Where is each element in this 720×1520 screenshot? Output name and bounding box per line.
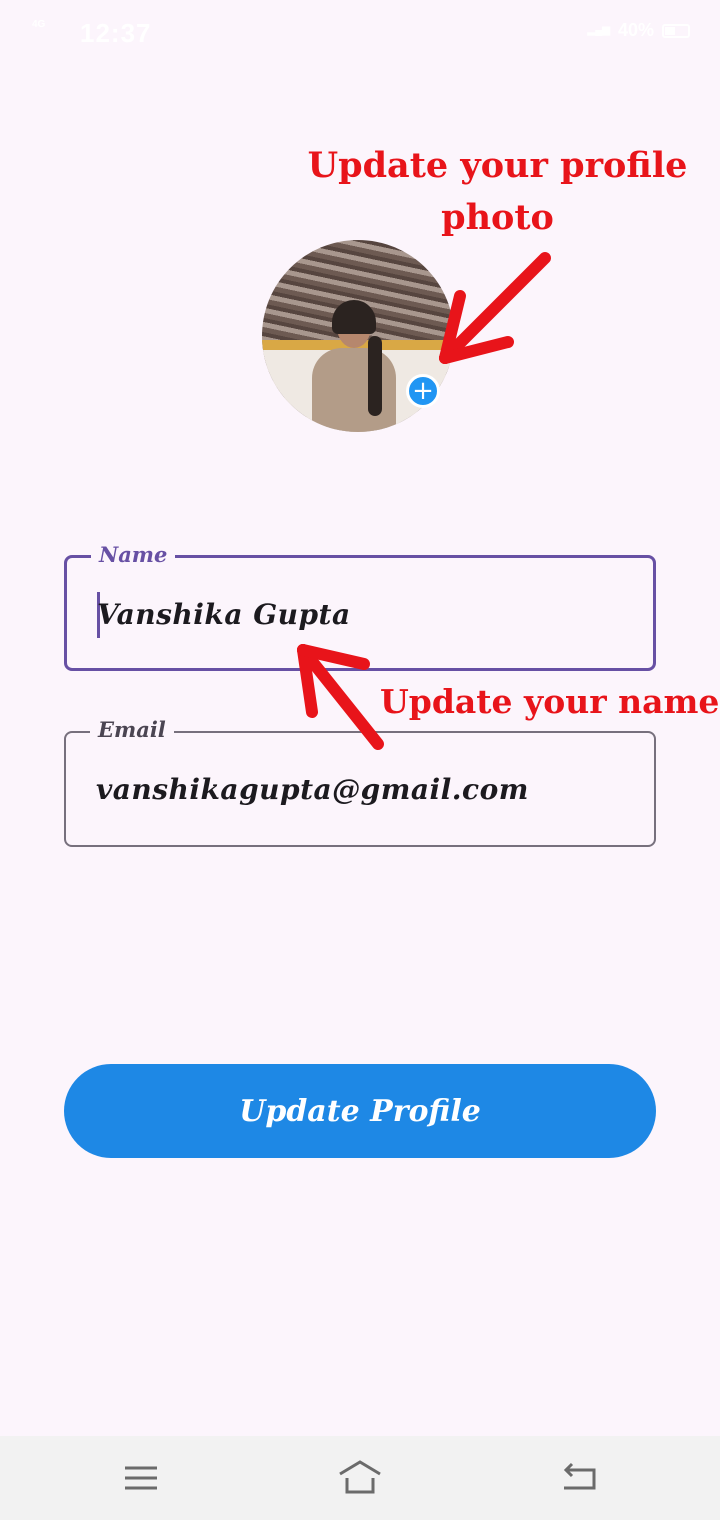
email-field[interactable]: Email	[64, 717, 656, 847]
status-time: 12:37	[80, 18, 152, 48]
plus-icon: +	[412, 376, 434, 406]
status-right-group: ▂▄▆ 40%	[587, 20, 690, 41]
arrow-to-photo-icon	[439, 252, 551, 364]
network-indicator: 4G	[32, 19, 46, 30]
annotation-update-photo: Update your profile photo	[307, 145, 688, 238]
status-bar: 4G 12:37 ▂▄▆ 40%	[0, 0, 720, 64]
name-field-label: Name	[91, 542, 176, 567]
battery-icon	[662, 23, 690, 38]
email-input[interactable]	[96, 761, 626, 817]
battery-percent: 40%	[617, 20, 654, 40]
home-icon[interactable]	[338, 1458, 382, 1498]
annotation-update-name: Update your name	[380, 682, 720, 721]
photo-person-hair-braid	[368, 336, 382, 416]
menu-icon[interactable]	[119, 1458, 163, 1498]
photo-person-hair	[332, 300, 376, 334]
photo-person-body	[312, 348, 396, 432]
update-profile-button[interactable]: Update Profile	[64, 1064, 656, 1158]
profile-photo[interactable]: +	[262, 240, 454, 432]
back-icon[interactable]	[558, 1458, 602, 1498]
signal-icon: ▂▄▆	[587, 24, 610, 36]
add-photo-button[interactable]: +	[406, 374, 440, 408]
name-input[interactable]	[97, 586, 627, 642]
system-nav-bar	[0, 1436, 720, 1520]
name-field[interactable]: Name	[64, 542, 656, 671]
email-field-label: Email	[90, 717, 174, 742]
